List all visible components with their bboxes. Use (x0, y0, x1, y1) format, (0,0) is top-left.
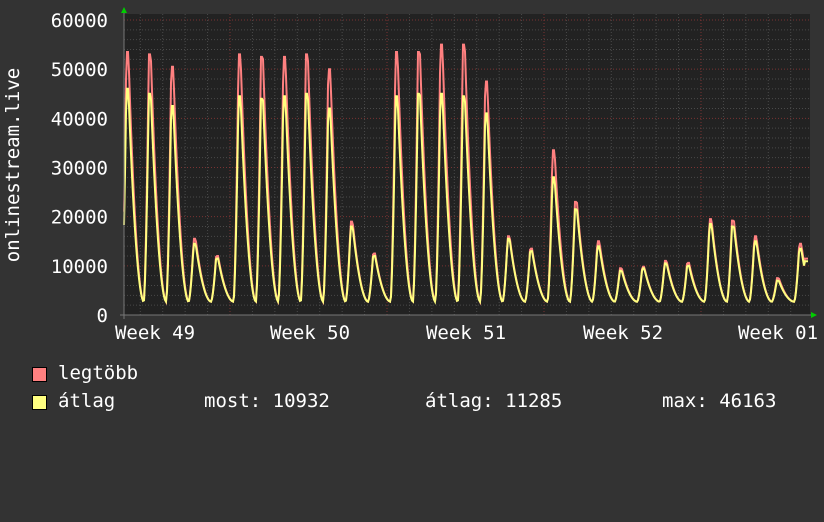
y-axis-title: onlinestream.live (2, 68, 24, 262)
x-tick-label: Week 01 (738, 322, 818, 344)
x-axis-arrow-icon (811, 312, 817, 318)
y-axis-arrow-icon (121, 7, 127, 13)
legend-label: legtöbb (58, 362, 139, 384)
y-tick-label: 60000 (51, 10, 108, 32)
legend-swatch-atlag (32, 395, 47, 410)
x-tick-label: Week 49 (115, 322, 195, 344)
y-tick-label: 0 (97, 305, 108, 327)
stat-atlag: átlag: 11285 (425, 390, 563, 412)
y-tick-label: 10000 (51, 256, 108, 278)
x-tick-label: Week 52 (583, 322, 663, 344)
y-tick-label: 30000 (51, 158, 108, 180)
y-tick-label: 40000 (51, 108, 108, 130)
legend-label: átlag (58, 390, 116, 412)
y-tick-label: 20000 (51, 207, 108, 229)
y-tick-label: 50000 (51, 59, 108, 81)
stat-max: max: 46163 (662, 390, 777, 412)
legend-item-atlag: átlag most: 10932 átlag: 11285 max: 4616… (32, 390, 822, 522)
y-axis-ticks: 0 10000 20000 30000 40000 50000 60000 (51, 10, 108, 327)
stat-most: most: 10932 (204, 390, 330, 412)
legend-swatch-legtobb (32, 367, 47, 382)
x-tick-label: Week 50 (270, 322, 350, 344)
x-axis-ticks: Week 49 Week 50 Week 51 Week 52 Week 01 (115, 322, 818, 344)
x-tick-label: Week 51 (426, 322, 506, 344)
